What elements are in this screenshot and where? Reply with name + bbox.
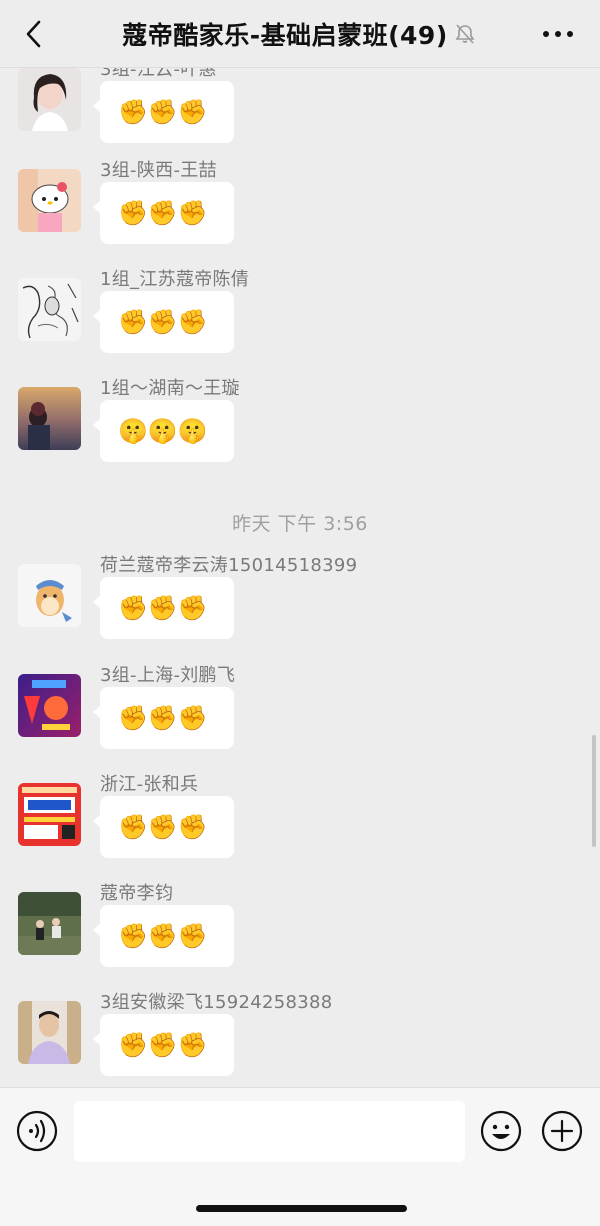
message-item: 蔻帝李钧 ✊✊✊ [0,883,600,1002]
avatar[interactable] [18,564,81,627]
sender-name: 浙江-张和兵 [100,774,199,795]
sender-name: 3组-陕西-王喆 [100,160,217,181]
avatar[interactable] [18,387,81,450]
more-functions-button[interactable] [541,1110,583,1152]
message-content: ✊✊✊ [118,813,208,841]
message-item: 3组安徽梁飞15924258388 ✊✊✊ [0,992,600,1086]
chat-header: 蔻帝酷家乐-基础启蒙班(49) [0,0,600,68]
more-dots-icon [543,31,573,37]
message-content: ✊✊✊ [118,98,208,126]
message-item: 1组～湖南～王璇 🤫🤫🤫 [0,378,600,497]
message-item: 3组-陕西-王喆 ✊✊✊ [0,160,600,279]
message-content: ✊✊✊ [118,199,208,227]
message-content: ✊✊✊ [118,922,208,950]
timestamp-separator: 昨天 下午 3:56 [232,513,368,535]
bell-muted-icon [454,22,478,46]
message-bubble[interactable]: ✊✊✊ [93,577,234,639]
sticker-button[interactable] [480,1110,522,1152]
message-bubble[interactable]: ✊✊✊ [93,687,234,749]
message-item: 荷兰蔻帝李云涛15014518399 ✊✊✊ [0,555,600,674]
message-content: ✊✊✊ [118,308,208,336]
message-bubble[interactable]: ✊✊✊ [93,905,234,967]
title-wrap: 蔻帝酷家乐-基础启蒙班(49) [122,16,478,52]
message-bubble[interactable]: ✊✊✊ [93,1014,234,1076]
avatar[interactable] [18,278,81,341]
message-content: ✊✊✊ [118,594,208,622]
more-button[interactable] [540,20,576,48]
message-content: 🤫🤫🤫 [118,417,208,445]
avatar[interactable] [18,169,81,232]
message-item: 3组-江云-叶惠 ✊✊✊ [0,68,600,178]
smiley-icon [480,1110,522,1152]
message-bubble[interactable]: 🤫🤫🤫 [93,400,234,462]
message-item: 1组_江苏蔻帝陈倩 ✊✊✊ [0,269,600,388]
sender-name: 1组～湖南～王璇 [100,378,240,399]
chevron-left-icon [26,20,41,48]
sender-name: 荷兰蔻帝李云涛15014518399 [100,555,358,576]
voice-icon [16,1110,58,1152]
sender-name: 蔻帝李钧 [100,883,174,904]
message-bubble[interactable]: ✊✊✊ [93,182,234,244]
sender-name: 3组-上海-刘鹏飞 [100,665,236,686]
avatar[interactable] [18,1001,81,1064]
sender-name: 1组_江苏蔻帝陈倩 [100,269,250,290]
message-bubble[interactable]: ✊✊✊ [93,81,234,143]
message-item: 3组-上海-刘鹏飞 ✊✊✊ [0,665,600,784]
message-item: 浙江-张和兵 ✊✊✊ [0,774,600,893]
message-bubble[interactable]: ✊✊✊ [93,796,234,858]
avatar[interactable] [18,892,81,955]
avatar[interactable] [18,68,81,131]
message-input[interactable] [74,1101,465,1162]
message-bubble[interactable]: ✊✊✊ [93,291,234,353]
scrollbar[interactable] [592,735,596,847]
back-button[interactable] [18,18,50,50]
chat-title: 蔻帝酷家乐-基础启蒙班(49) [122,20,448,50]
sender-name: 3组-江云-叶惠 [100,68,217,80]
sender-name: 3组安徽梁飞15924258388 [100,992,333,1013]
avatar[interactable] [18,674,81,737]
avatar[interactable] [18,783,81,846]
message-content: ✊✊✊ [118,1031,208,1059]
chat-list[interactable]: 3组-江云-叶惠 ✊✊✊ 3组-陕西-王喆 ✊✊✊ 1组_江苏蔻帝陈倩 ✊✊✊ … [0,68,600,1086]
home-indicator[interactable] [196,1205,407,1212]
voice-button[interactable] [16,1110,58,1152]
plus-circle-icon [541,1110,583,1152]
message-content: ✊✊✊ [118,704,208,732]
